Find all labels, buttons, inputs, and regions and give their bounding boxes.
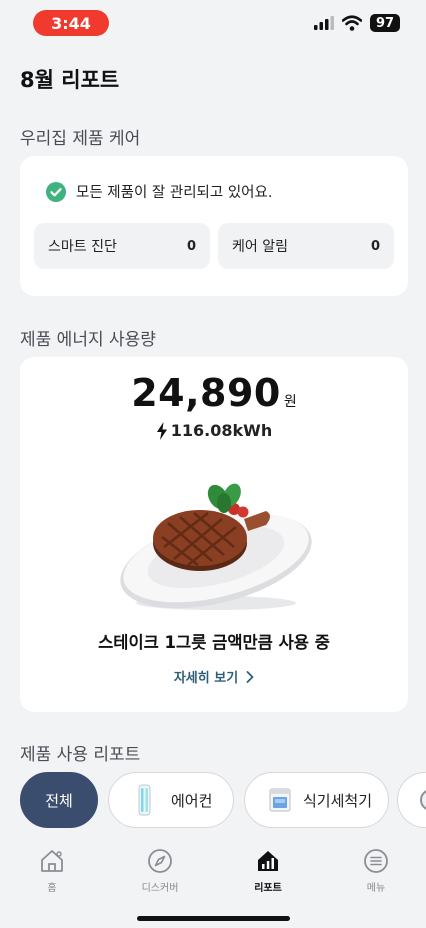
chevron-right-icon: [246, 670, 254, 683]
energy-usage-caption: 스테이크 1그릇 금액만큼 사용 중: [98, 633, 330, 652]
product-care-title: 우리집 제품 케어: [20, 129, 141, 149]
status-bar: 3:44 97: [0, 0, 426, 50]
nav-home[interactable]: 홈: [12, 848, 92, 894]
energy-kwh: 116.08kWh: [20, 421, 408, 440]
chip-all-label: 전체: [45, 791, 73, 810]
nav-report[interactable]: 리포트: [228, 848, 308, 894]
bottom-navigation: 홈 디스커버 리포트 메뉴: [0, 838, 426, 928]
energy-usage-card: 24,890 원 116.08kWh 스테이크 1그릇 금액만큼 사용 중 자세…: [20, 357, 408, 712]
nav-discover-label: 디스커버: [141, 883, 179, 894]
chip-dishwasher-label: 식기세척기: [303, 791, 373, 810]
appliance-icon: [420, 790, 426, 810]
battery-indicator: 97: [370, 14, 400, 32]
page-title: 8월 리포트: [20, 68, 120, 92]
nav-report-label: 리포트: [254, 883, 282, 894]
smart-diagnosis-tile[interactable]: 스마트 진단 0: [34, 223, 210, 269]
check-circle-icon: [46, 181, 66, 202]
energy-kwh-value: 116.08kWh: [170, 421, 273, 440]
care-alerts-count: 0: [370, 238, 380, 254]
product-filter-chips: 전체 에어컨 식기세척기: [20, 772, 426, 828]
menu-icon: [364, 849, 388, 873]
status-time: 3:44: [33, 10, 109, 36]
lightning-bolt-icon: [156, 421, 167, 440]
product-care-card: 모든 제품이 잘 관리되고 있어요. 스마트 진단 0 케어 알림 0: [20, 156, 408, 296]
cellular-signal-icon: [314, 16, 334, 30]
energy-cost-unit: 원: [283, 394, 297, 410]
view-details-link[interactable]: 자세히 보기: [20, 667, 408, 686]
energy-cost: 24,890 원: [20, 371, 408, 415]
care-alerts-tile[interactable]: 케어 알림 0: [218, 223, 394, 269]
wifi-icon: [342, 15, 362, 31]
home-icon: [41, 850, 63, 872]
care-status: 모든 제품이 잘 관리되고 있어요.: [46, 181, 272, 202]
chip-all[interactable]: 전체: [20, 772, 98, 828]
nav-discover[interactable]: 디스커버: [120, 848, 200, 894]
nav-home-label: 홈: [47, 883, 57, 894]
nav-menu-label: 메뉴: [366, 883, 386, 894]
energy-cost-value: 24,890: [131, 371, 281, 415]
chip-dishwasher[interactable]: 식기세척기: [244, 772, 389, 828]
smart-diagnosis-count: 0: [186, 238, 196, 254]
product-report-title: 제품 사용 리포트: [20, 745, 141, 765]
home-indicator: [137, 916, 290, 921]
air-conditioner-icon: [138, 784, 151, 816]
compass-icon: [148, 849, 172, 873]
nav-menu[interactable]: 메뉴: [336, 848, 416, 894]
energy-usage-title: 제품 에너지 사용량: [20, 330, 156, 350]
chip-more-product[interactable]: [397, 772, 426, 828]
steak-plate-illustration: [120, 483, 312, 610]
report-icon: [258, 851, 278, 871]
dishwasher-icon: [269, 788, 291, 812]
smart-diagnosis-label: 스마트 진단: [48, 239, 117, 255]
care-status-text: 모든 제품이 잘 관리되고 있어요.: [76, 185, 273, 201]
chip-air-conditioner[interactable]: 에어컨: [108, 772, 234, 828]
chip-air-conditioner-label: 에어컨: [171, 791, 213, 810]
view-details-label: 자세히 보기: [173, 671, 239, 686]
care-alerts-label: 케어 알림: [232, 239, 288, 255]
